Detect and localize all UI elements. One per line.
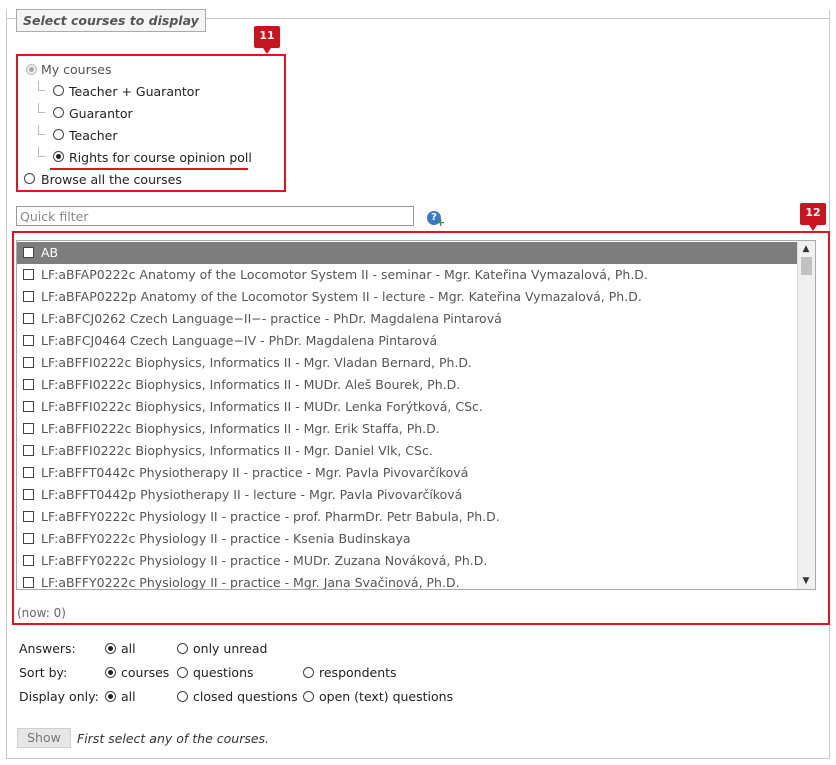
course-checkbox[interactable] — [23, 401, 34, 412]
fieldset-legend: Select courses to display — [16, 9, 206, 32]
plus-icon: + — [436, 216, 446, 229]
course-label: LF:aBFAP0222c Anatomy of the Locomotor S… — [41, 267, 648, 282]
guarantor-label[interactable]: Guarantor — [69, 106, 133, 122]
answers-all-label[interactable]: all — [121, 641, 136, 656]
display-closed-label[interactable]: closed questions — [193, 689, 298, 704]
course-row[interactable]: LF:aBFFI0222c Biophysics, Informatics II… — [17, 440, 800, 462]
sort-courses-radio[interactable] — [105, 667, 116, 678]
tree-connector — [38, 147, 45, 157]
answers-unread-radio[interactable] — [177, 643, 188, 654]
sort-label: Sort by: — [19, 665, 68, 680]
display-all-radio[interactable] — [105, 691, 116, 702]
course-label: LF:aBFCJ0464 Czech Language−IV - PhDr. M… — [41, 333, 438, 348]
course-checkbox[interactable] — [23, 423, 34, 434]
browse-all-label[interactable]: Browse all the courses — [41, 172, 182, 188]
guarantor-radio[interactable] — [53, 107, 64, 118]
display-open-label[interactable]: open (text) questions — [319, 689, 453, 704]
course-checkbox[interactable] — [23, 291, 34, 302]
my-courses-label: My courses — [41, 62, 112, 77]
course-checkbox[interactable] — [23, 511, 34, 522]
course-row[interactable]: LF:aBFFI0222c Biophysics, Informatics II… — [17, 374, 800, 396]
teacher-radio[interactable] — [53, 129, 64, 140]
course-checkbox[interactable] — [23, 533, 34, 544]
course-label: LF:aBFFY0222c Physiology II - practice -… — [41, 553, 488, 568]
badge-11: 11 — [254, 26, 280, 54]
course-checkbox[interactable] — [23, 357, 34, 368]
course-row[interactable]: LF:aBFFI0222c Biophysics, Informatics II… — [17, 418, 800, 440]
scroll-up-icon[interactable]: ▲ — [800, 243, 812, 255]
course-row[interactable]: LF:aBFFT0442p Physiotherapy II - lecture… — [17, 484, 800, 506]
teacher-label[interactable]: Teacher — [69, 128, 118, 144]
scroll-down-icon[interactable]: ▼ — [800, 575, 812, 587]
display-all-label[interactable]: all — [121, 689, 136, 704]
course-checkbox[interactable] — [23, 269, 34, 280]
course-checkbox[interactable] — [23, 555, 34, 566]
display-label: Display only: — [19, 689, 99, 704]
list-header-label: AB — [41, 245, 59, 260]
rights-radio[interactable] — [53, 151, 64, 162]
list-header-row[interactable]: AB — [17, 242, 800, 264]
course-row[interactable]: LF:aBFCJ0262 Czech Language−II−- practic… — [17, 308, 800, 330]
course-row[interactable]: LF:aBFFT0442c Physiotherapy II - practic… — [17, 462, 800, 484]
scroll-thumb[interactable] — [801, 257, 812, 275]
select-all-checkbox[interactable] — [23, 247, 34, 258]
course-checkbox[interactable] — [23, 577, 34, 588]
sort-courses-label[interactable]: courses — [121, 665, 169, 680]
course-label: LF:aBFAP0222p Anatomy of the Locomotor S… — [41, 289, 642, 304]
teacher-guarantor-label[interactable]: Teacher + Guarantor — [69, 84, 200, 100]
show-button[interactable]: Show — [17, 728, 71, 748]
course-row[interactable]: LF:aBFFY0222c Physiology II - practice -… — [17, 528, 800, 550]
course-label: LF:aBFFT0442c Physiotherapy II - practic… — [41, 465, 469, 480]
course-listbox[interactable]: AB LF:aBFAP0222c Anatomy of the Locomoto… — [16, 240, 816, 590]
answers-unread-label[interactable]: only unread — [193, 641, 267, 656]
course-label: LF:aBFFY0222c Physiology II - practice -… — [41, 531, 411, 546]
course-row[interactable]: LF:aBFFY0222c Physiology II - practice -… — [17, 572, 800, 590]
sort-questions-label[interactable]: questions — [193, 665, 254, 680]
course-label: LF:aBFFY0222c Physiology II - practice -… — [41, 509, 500, 524]
course-label: LF:aBFFI0222c Biophysics, Informatics II… — [41, 443, 433, 458]
list-scrollbar[interactable]: ▲ ▼ — [797, 241, 815, 589]
tree-connector — [38, 125, 45, 135]
course-row[interactable]: LF:aBFCJ0464 Czech Language−IV - PhDr. M… — [17, 330, 800, 352]
course-label: LF:aBFFY0222c Physiology II - practice -… — [41, 575, 460, 590]
teacher-guarantor-radio[interactable] — [53, 85, 64, 96]
rights-underline — [50, 168, 248, 170]
course-checkbox[interactable] — [23, 489, 34, 500]
course-label: LF:aBFFI0222c Biophysics, Informatics II… — [41, 377, 461, 392]
course-checkbox[interactable] — [23, 445, 34, 456]
tree-connector — [38, 103, 45, 113]
badge-12: 12 — [800, 203, 826, 231]
sort-respondents-radio[interactable] — [303, 667, 314, 678]
answers-all-radio[interactable] — [105, 643, 116, 654]
course-label: LF:aBFFT0442p Physiotherapy II - lecture… — [41, 487, 463, 502]
course-label: LF:aBFFI0222c Biophysics, Informatics II… — [41, 355, 473, 370]
rights-label[interactable]: Rights for course opinion poll — [69, 150, 252, 166]
course-row[interactable]: LF:aBFAP0222p Anatomy of the Locomotor S… — [17, 286, 800, 308]
course-row[interactable]: LF:aBFFI0222c Biophysics, Informatics II… — [17, 352, 800, 374]
tree-connector — [38, 81, 45, 91]
selection-count: (now: 0) — [17, 606, 66, 620]
sort-questions-radio[interactable] — [177, 667, 188, 678]
course-label: LF:aBFFI0222c Biophysics, Informatics II… — [41, 399, 483, 414]
sort-respondents-label[interactable]: respondents — [319, 665, 397, 680]
show-hint: First select any of the courses. — [77, 731, 270, 746]
course-row[interactable]: LF:aBFFY0222c Physiology II - practice -… — [17, 550, 800, 572]
display-open-radio[interactable] — [303, 691, 314, 702]
course-checkbox[interactable] — [23, 335, 34, 346]
quick-filter-input[interactable] — [16, 206, 414, 226]
course-row[interactable]: LF:aBFFY0222c Physiology II - practice -… — [17, 506, 800, 528]
answers-label: Answers: — [19, 641, 76, 656]
course-label: LF:aBFFI0222c Biophysics, Informatics II… — [41, 421, 440, 436]
browse-all-radio[interactable] — [24, 173, 35, 184]
my-courses-radio — [26, 64, 37, 75]
course-checkbox[interactable] — [23, 379, 34, 390]
course-checkbox[interactable] — [23, 467, 34, 478]
course-row[interactable]: LF:aBFAP0222c Anatomy of the Locomotor S… — [17, 264, 800, 286]
course-label: LF:aBFCJ0262 Czech Language−II−- practic… — [41, 311, 502, 326]
display-closed-radio[interactable] — [177, 691, 188, 702]
course-checkbox[interactable] — [23, 313, 34, 324]
course-row[interactable]: LF:aBFFI0222c Biophysics, Informatics II… — [17, 396, 800, 418]
